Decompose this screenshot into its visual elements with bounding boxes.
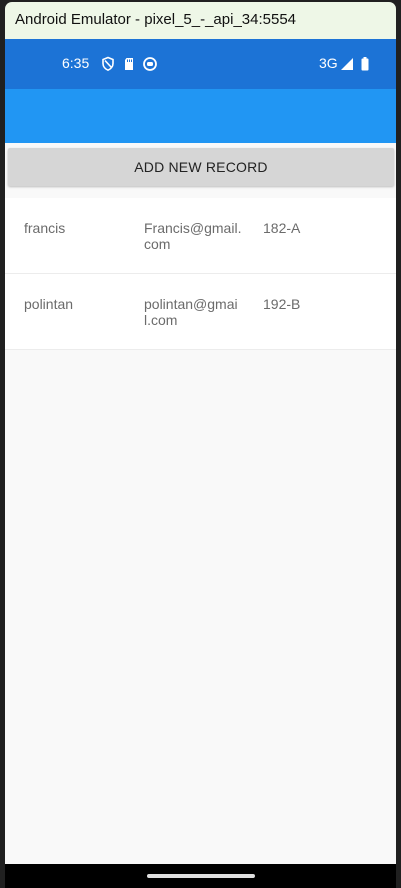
window-titlebar[interactable]: Android Emulator - pixel_5_-_api_34:5554 <box>5 2 396 39</box>
status-bar: 6:35 3G <box>5 39 396 89</box>
phone-screen: 6:35 3G ADD NEW RECORD francis Francis@g… <box>5 39 396 864</box>
app-toolbar <box>5 89 396 143</box>
record-row[interactable]: polintan polintan@gmail.com 192-B <box>5 274 396 350</box>
signal-icon <box>339 56 355 72</box>
sync-icon <box>142 56 158 72</box>
emulator-window: Android Emulator - pixel_5_-_api_34:5554… <box>0 0 401 888</box>
records-list: francis Francis@gmail.com 182-A polintan… <box>5 198 396 350</box>
battery-icon <box>357 56 373 72</box>
record-name: francis <box>24 220 66 236</box>
sd-card-icon <box>121 56 137 72</box>
shield-icon <box>100 56 116 72</box>
navigation-bar <box>5 864 396 888</box>
add-new-record-button[interactable]: ADD NEW RECORD <box>8 148 394 186</box>
home-gesture-handle[interactable] <box>147 874 255 878</box>
status-time: 6:35 <box>62 55 90 71</box>
record-code: 192-B <box>263 296 301 312</box>
record-name: polintan <box>24 296 74 312</box>
record-email: Francis@gmail.com <box>144 220 242 252</box>
record-email: polintan@gmail.com <box>144 296 238 328</box>
network-type: 3G <box>319 55 338 71</box>
record-row[interactable]: francis Francis@gmail.com 182-A <box>5 198 396 274</box>
record-code: 182-A <box>263 220 301 236</box>
window-title: Android Emulator - pixel_5_-_api_34:5554 <box>15 11 297 28</box>
